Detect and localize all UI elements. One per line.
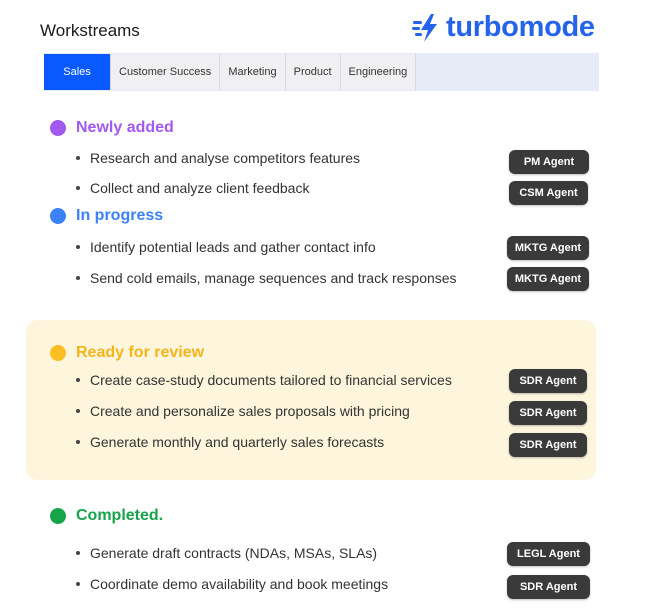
tab-marketing[interactable]: Marketing xyxy=(220,54,286,90)
task-text: Send cold emails, manage sequences and t… xyxy=(90,270,457,286)
bullet-icon xyxy=(76,156,80,160)
list-item: Coordinate demo availability and book me… xyxy=(76,576,388,592)
section-label: Newly added xyxy=(76,119,174,136)
status-dot-icon xyxy=(50,120,66,136)
list-item: Send cold emails, manage sequences and t… xyxy=(76,270,457,286)
status-dot-icon xyxy=(50,345,66,361)
section-label: Ready for review xyxy=(76,344,205,361)
brand-logo: turbomode xyxy=(412,11,595,44)
bullet-icon xyxy=(76,551,80,555)
bullet-icon xyxy=(76,245,80,249)
list-item: Generate monthly and quarterly sales for… xyxy=(76,434,384,450)
bullet-icon xyxy=(76,409,80,413)
list-item: Identify potential leads and gather cont… xyxy=(76,239,376,255)
tab-engineering[interactable]: Engineering xyxy=(340,54,417,90)
section-label: In progress xyxy=(76,207,164,224)
bullet-icon xyxy=(76,440,80,444)
task-text: Research and analyse competitors feature… xyxy=(90,150,361,166)
task-text: Coordinate demo availability and book me… xyxy=(90,576,389,592)
agent-badge[interactable]: SDR Agent xyxy=(509,433,587,457)
agent-badge[interactable]: PM Agent xyxy=(509,150,589,174)
section-label: Completed. xyxy=(76,507,164,524)
list-item: Create case-study documents tailored to … xyxy=(76,372,452,388)
bullet-icon xyxy=(76,378,80,382)
status-dot-icon xyxy=(50,508,66,524)
task-text: Create case-study documents tailored to … xyxy=(90,372,452,388)
agent-badge[interactable]: SDR Agent xyxy=(509,369,587,393)
agent-badge[interactable]: CSM Agent xyxy=(509,181,588,205)
section-completed: Completed. xyxy=(50,507,163,525)
task-text: Generate draft contracts (NDAs, MSAs, SL… xyxy=(90,545,378,561)
list-item: Create and personalize sales proposals w… xyxy=(76,403,410,419)
agent-badge[interactable]: SDR Agent xyxy=(509,401,587,425)
tab-sales[interactable]: Sales xyxy=(44,54,111,90)
section-in-progress: In progress xyxy=(50,207,163,225)
bullet-icon xyxy=(76,186,80,190)
page-title: Workstreams xyxy=(40,21,140,40)
agent-badge[interactable]: SDR Agent xyxy=(507,575,590,599)
tab-bar: Sales Customer Success Marketing Product… xyxy=(44,53,599,91)
agent-badge[interactable]: MKTG Agent xyxy=(507,236,589,260)
agent-badge[interactable]: LEGL Agent xyxy=(507,542,590,566)
tab-product[interactable]: Product xyxy=(285,54,341,90)
task-text: Identify potential leads and gather cont… xyxy=(90,239,376,255)
list-item: Collect and analyze client feedback xyxy=(76,180,309,196)
list-item: Generate draft contracts (NDAs, MSAs, SL… xyxy=(76,545,377,561)
task-text: Collect and analyze client feedback xyxy=(90,180,310,196)
list-item: Research and analyse competitors feature… xyxy=(76,150,360,166)
tab-customer-success[interactable]: Customer Success xyxy=(111,54,221,90)
section-ready-for-review: Ready for review xyxy=(50,344,204,362)
brand-name: turbomode xyxy=(446,11,595,43)
lightning-icon xyxy=(412,13,437,42)
section-newly-added: Newly added xyxy=(50,119,174,137)
task-text: Generate monthly and quarterly sales for… xyxy=(90,434,385,450)
bullet-icon xyxy=(76,276,80,280)
task-text: Create and personalize sales proposals w… xyxy=(90,403,410,419)
bullet-icon xyxy=(76,582,80,586)
status-dot-icon xyxy=(50,208,66,224)
agent-badge[interactable]: MKTG Agent xyxy=(507,267,589,291)
